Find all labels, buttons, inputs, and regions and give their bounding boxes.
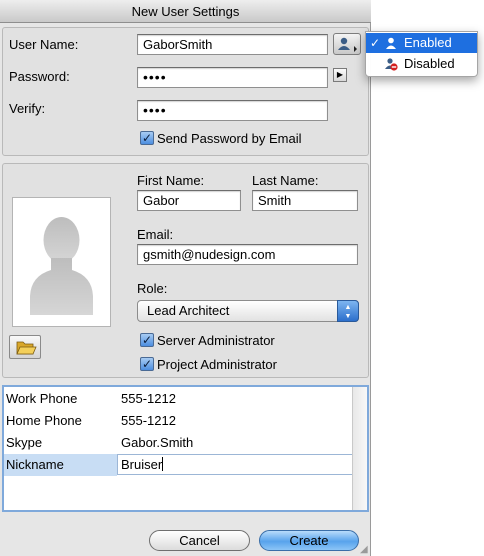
- first-name-field[interactable]: Gabor: [137, 190, 241, 211]
- first-name-label: First Name:: [137, 173, 205, 188]
- window-title: New User Settings: [0, 0, 371, 23]
- table-row[interactable]: Skype Gabor.Smith: [4, 432, 353, 454]
- menu-item-enabled[interactable]: ✓ Enabled: [366, 33, 477, 53]
- resize-grip-icon[interactable]: ◢: [360, 545, 371, 556]
- checkmark-icon: ✓: [370, 36, 381, 50]
- create-button[interactable]: Create: [259, 530, 359, 551]
- user-enabled-icon: [386, 37, 396, 49]
- user-info-table[interactable]: Work Phone 555-1212 Home Phone 555-1212 …: [2, 385, 369, 512]
- user-status-button[interactable]: [333, 33, 361, 55]
- email-field[interactable]: gsmith@nudesign.com: [137, 244, 358, 265]
- new-user-settings-dialog: New User Settings User Name: GaborSmith …: [0, 0, 371, 556]
- row-value: 555-1212: [121, 391, 176, 406]
- nickname-edit-field[interactable]: Bruiser: [117, 454, 353, 475]
- cancel-button[interactable]: Cancel: [149, 530, 250, 551]
- checkmark-icon: ✓: [141, 333, 153, 347]
- email-label: Email:: [137, 227, 174, 242]
- table-scrollbar[interactable]: [352, 387, 367, 510]
- role-value: Lead Architect: [147, 303, 230, 318]
- row-key: Home Phone: [6, 413, 82, 428]
- row-key: Nickname: [4, 454, 117, 476]
- send-email-checkbox[interactable]: ✓: [140, 131, 154, 145]
- user-status-icon: [338, 37, 357, 52]
- server-admin-label: Server Administrator: [157, 333, 275, 348]
- text-caret: [162, 457, 164, 471]
- verify-label: Verify:: [9, 101, 46, 116]
- row-key: Skype: [6, 435, 43, 450]
- table-row[interactable]: Home Phone 555-1212: [4, 410, 353, 432]
- user-photo[interactable]: [12, 197, 111, 327]
- row-key: Work Phone: [6, 391, 78, 406]
- table-row-selected[interactable]: Nickname Bruiser: [4, 454, 353, 476]
- password-field[interactable]: ••••: [137, 67, 328, 88]
- menu-item-label: Enabled: [404, 35, 452, 50]
- server-admin-checkbox[interactable]: ✓: [140, 333, 154, 347]
- password-options-button[interactable]: ▶: [333, 68, 347, 82]
- checkmark-icon: ✓: [141, 357, 153, 371]
- verify-field[interactable]: ••••: [137, 100, 328, 121]
- role-select[interactable]: Lead Architect ▲ ▼: [137, 300, 359, 322]
- folder-open-icon: [16, 341, 37, 355]
- triangle-right-icon: ▶: [336, 70, 344, 79]
- row-value: 555-1212: [121, 413, 176, 428]
- updown-arrows-icon: ▲ ▼: [337, 300, 359, 322]
- username-field[interactable]: GaborSmith: [137, 34, 328, 55]
- menu-item-disabled[interactable]: Disabled: [366, 54, 477, 74]
- project-admin-label: Project Administrator: [157, 357, 277, 372]
- checkmark-icon: ✓: [141, 131, 153, 145]
- last-name-field[interactable]: Smith: [252, 190, 358, 211]
- row-value: Bruiser: [121, 457, 163, 472]
- row-value: Gabor.Smith: [121, 435, 194, 450]
- menu-item-label: Disabled: [404, 56, 455, 71]
- user-disabled-icon: [385, 58, 398, 71]
- last-name-label: Last Name:: [252, 173, 319, 188]
- password-label: Password:: [9, 69, 70, 84]
- user-status-menu: ✓ Enabled Disabled: [365, 31, 478, 77]
- project-admin-checkbox[interactable]: ✓: [140, 357, 154, 371]
- role-label: Role:: [137, 281, 168, 296]
- choose-photo-button[interactable]: [9, 335, 41, 359]
- username-label: User Name:: [9, 37, 79, 52]
- avatar-silhouette-icon: [30, 217, 93, 315]
- send-email-label: Send Password by Email: [157, 131, 302, 146]
- table-row[interactable]: Work Phone 555-1212: [4, 388, 353, 410]
